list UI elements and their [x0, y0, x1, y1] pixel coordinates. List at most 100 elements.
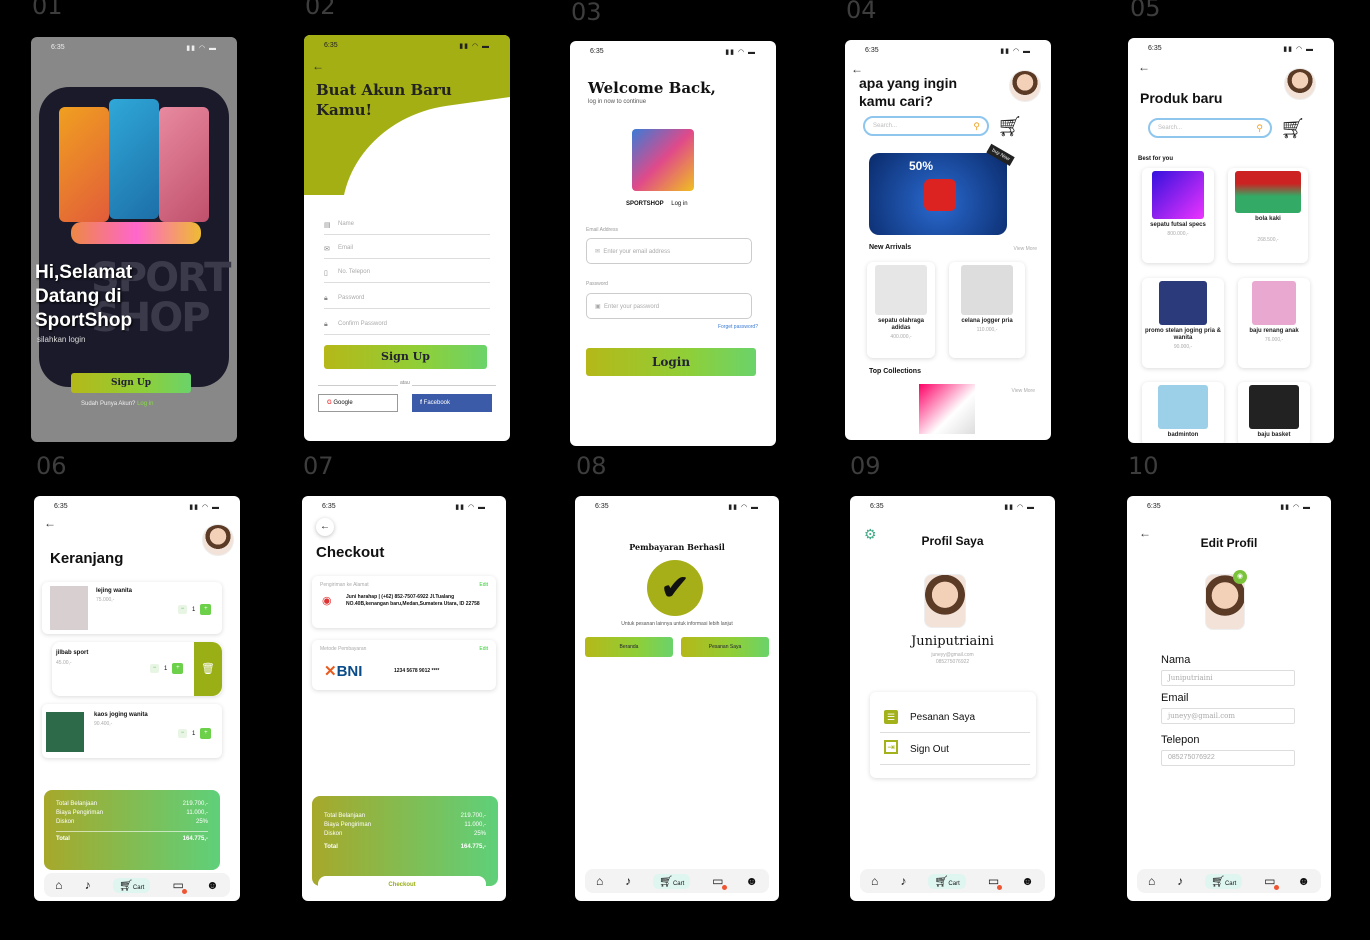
greeting-title: Hi,Selamat Datang di SportShop [35, 262, 133, 331]
home-icon[interactable]: ⌂ [1148, 874, 1155, 888]
bell-icon[interactable]: ♪ [85, 878, 91, 892]
product-image [46, 712, 84, 752]
mail-icon: ✉ [324, 246, 330, 253]
forgot-password-link[interactable]: Forget password? [718, 324, 758, 330]
cart-tab[interactable]: 🛒︎Cart [928, 873, 966, 889]
product-card[interactable]: baju basket [1238, 382, 1310, 443]
login-link[interactable]: Log in [137, 401, 153, 407]
message-icon[interactable]: ▭ [173, 878, 187, 894]
shirt-illustration [109, 99, 159, 219]
signup-button[interactable]: Sign Up [324, 345, 487, 369]
edit-link[interactable]: Edit [479, 582, 488, 588]
user-icon[interactable]: ☻ [206, 878, 219, 892]
plus-button[interactable]: + [200, 604, 212, 615]
back-arrow-icon[interactable]: ← [1138, 60, 1150, 74]
my-orders-button[interactable]: Pesanan Saya [681, 637, 769, 657]
shoes-illustration [71, 222, 201, 244]
back-arrow-icon[interactable]: ← [312, 59, 324, 73]
message-icon[interactable]: ▭ [988, 874, 1003, 890]
name-input[interactable]: Juniputriaini [1161, 670, 1295, 686]
product-card[interactable]: baju renang anak 76.000,- [1238, 278, 1310, 368]
minus-button[interactable]: − [150, 664, 159, 673]
product-card[interactable]: promo stelan joging pria & wanita 90.000… [1142, 278, 1224, 368]
cart-item[interactable]: kaos joging wanita 90.400,- −1 + [42, 704, 222, 758]
checkout-button[interactable]: Checkout [318, 876, 486, 894]
home-button[interactable]: Beranda [585, 637, 673, 657]
home-icon[interactable]: ⌂ [55, 878, 62, 892]
facebook-button[interactable]: f Facebook [412, 394, 492, 412]
avatar[interactable] [1284, 68, 1316, 100]
view-more-link[interactable]: View More [1013, 246, 1037, 252]
user-icon[interactable]: ☻ [1021, 874, 1034, 888]
message-icon[interactable]: ▭ [712, 874, 727, 890]
avatar[interactable] [202, 524, 234, 556]
status-bar: 6:35 ▮▮ ◠ ▬ [324, 42, 490, 50]
search-input[interactable]: Search... ⚲ [1148, 118, 1272, 138]
user-icon[interactable]: ☻ [745, 874, 758, 888]
email-field[interactable]: ✉ Email [324, 245, 490, 259]
google-button[interactable]: G Google [318, 394, 398, 412]
screen-cart: 6:35 ▮▮ ◠ ▬ ← Keranjang lejing wanita 75.… [34, 496, 240, 901]
cart-tab[interactable]: 🛒︎Cart [112, 877, 151, 893]
product-image [1159, 281, 1207, 325]
quantity-stepper[interactable]: −1 + [150, 663, 184, 674]
email-input[interactable]: juneyy@gmail.com [1161, 708, 1295, 724]
login-button[interactable]: Login [586, 348, 756, 376]
minus-button[interactable]: − [178, 729, 187, 738]
bell-icon[interactable]: ♪ [625, 874, 631, 888]
password-field[interactable]: 🔒︎ Password [324, 295, 490, 309]
payment-card[interactable]: Metode Pembayaran Edit ✕BNI 1234 5678 90… [312, 640, 496, 690]
bell-icon[interactable]: ♪ [900, 874, 906, 888]
menu-sign-out[interactable]: Sign Out [910, 744, 949, 755]
edit-link[interactable]: Edit [479, 646, 488, 652]
address-card[interactable]: Pengiriman ke Alamat Edit ◉ Juni harahap… [312, 576, 496, 628]
plus-button[interactable]: + [172, 663, 184, 674]
avatar[interactable] [1009, 70, 1041, 102]
password-input[interactable]: ▣ Enter your password [586, 293, 752, 319]
profile-email: juneyy@gmail.com [931, 652, 974, 658]
status-bar: 6:35 ▮▮ ◠ ▬ [870, 503, 1035, 511]
back-arrow-icon[interactable]: ← [316, 518, 334, 536]
email-input[interactable]: ✉ Enter your email address [586, 238, 752, 264]
search-input[interactable]: Search... ⚲ [863, 116, 989, 136]
quantity-stepper[interactable]: −1 + [178, 604, 212, 615]
product-card[interactable]: celana jogger pria 110.000,- [949, 262, 1025, 358]
cart-tab[interactable]: 🛒︎Cart [1204, 873, 1243, 889]
quantity-stepper[interactable]: −1 + [178, 728, 212, 739]
section-title: Best for you [1138, 156, 1174, 162]
home-icon[interactable]: ⌂ [596, 874, 603, 888]
plus-button[interactable]: + [200, 728, 212, 739]
back-arrow-icon[interactable]: ← [44, 516, 56, 530]
signup-button[interactable]: Sign Up [71, 373, 191, 393]
screen-label: 07 [303, 452, 334, 480]
user-icon[interactable]: ☻ [1297, 874, 1310, 888]
screen-splash: 6:35 ▮▮ ◠ ▬ SPORT SHOP Hi,Selamat Datang … [31, 37, 237, 442]
cart-tab[interactable]: 🛒︎Cart [652, 873, 691, 889]
phone-field[interactable]: ▯ No. Telepon [324, 269, 490, 283]
collection-image[interactable] [919, 384, 975, 434]
menu-my-orders[interactable]: Pesanan Saya [910, 712, 975, 723]
screen-profile: 6:35 ▮▮ ◠ ▬ ⚙ Profil Saya Juniputriaini j… [850, 496, 1055, 901]
product-card[interactable]: bola kaki 268.500,- [1228, 168, 1308, 263]
product-image [875, 265, 927, 315]
search-icon: ⚲ [1256, 123, 1263, 133]
home-icon[interactable]: ⌂ [871, 874, 878, 888]
minus-button[interactable]: − [178, 605, 187, 614]
product-card[interactable]: sepatu futsal specs 800.000,- [1142, 168, 1214, 263]
confirm-password-field[interactable]: 🔒︎ Confirm Password [324, 321, 490, 335]
cart-icon[interactable]: 🛒︎ [997, 114, 1022, 139]
name-label: Nama [1161, 654, 1191, 666]
phone-input[interactable]: 085275076922 [1161, 750, 1295, 766]
bottom-nav: ⌂ ♪ 🛒︎Cart ▭ ☻ [44, 873, 230, 897]
trash-icon[interactable]: 🗑︎ [194, 642, 222, 696]
cart-item[interactable]: lejing wanita 75.000,- −1 + [42, 582, 222, 634]
name-field[interactable]: ▤ Name [324, 221, 490, 235]
camera-icon[interactable]: ◉ [1233, 570, 1247, 584]
product-card[interactable]: sepatu olahraga adidas 400.000,- [867, 262, 935, 358]
bell-icon[interactable]: ♪ [1177, 874, 1183, 888]
message-icon[interactable]: ▭ [1264, 874, 1279, 890]
cart-icon[interactable]: 🛒︎ [1280, 116, 1305, 141]
product-card[interactable]: badminton [1142, 382, 1224, 443]
promo-banner[interactable]: 50% [869, 153, 1007, 235]
view-more-link[interactable]: View More [1011, 388, 1035, 394]
